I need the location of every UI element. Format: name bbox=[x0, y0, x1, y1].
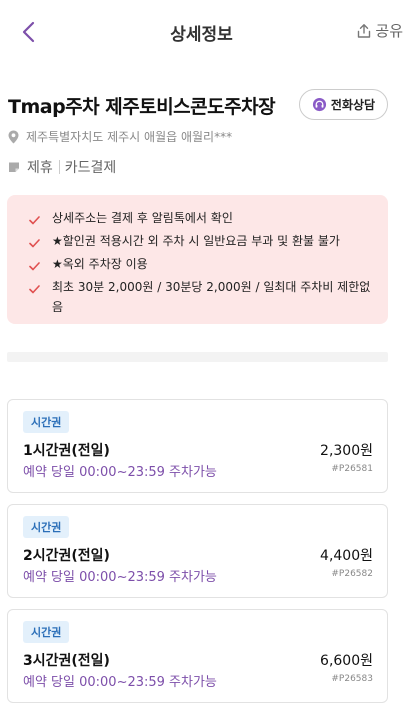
tag-divider bbox=[58, 160, 60, 174]
section-divider bbox=[7, 352, 388, 362]
ticket-card[interactable]: 시간권 1시간권(전일) 예약 당일 00:00~23:59 주차가능 2,30… bbox=[7, 399, 388, 493]
ticket-name: 1시간권(전일) bbox=[23, 443, 110, 459]
share-label: 공유 bbox=[375, 22, 403, 40]
check-icon bbox=[29, 231, 42, 254]
notice-box: 상세주소는 결제 후 알림톡에서 확인 ★할인권 적용시간 외 주차 시 일반요… bbox=[7, 195, 388, 324]
card-icon bbox=[9, 162, 19, 172]
tags-row: 제휴 카드결제 bbox=[8, 157, 116, 177]
ticket-code: #P26581 bbox=[331, 464, 373, 474]
phone-consult-button[interactable]: 전화상담 bbox=[299, 89, 388, 120]
notice-text: ★옥외 주차장 이용 bbox=[52, 257, 148, 271]
address-row: 제주특별자치도 제주시 애월읍 애월리*** bbox=[8, 128, 232, 145]
ticket-name: 3시간권(전일) bbox=[23, 653, 110, 669]
ticket-card[interactable]: 시간권 3시간권(전일) 예약 당일 00:00~23:59 주차가능 6,60… bbox=[7, 609, 388, 703]
ticket-price: 2,300원 bbox=[320, 443, 373, 459]
notice-item: ★할인권 적용시간 외 주차 시 일반요금 부과 및 환불 불가 bbox=[29, 231, 374, 254]
notice-text: ★할인권 적용시간 외 주차 시 일반요금 부과 및 환불 불가 bbox=[52, 234, 340, 248]
check-icon bbox=[29, 277, 42, 300]
ticket-name: 2시간권(전일) bbox=[23, 548, 110, 564]
ticket-code: #P26583 bbox=[331, 674, 373, 684]
notice-item: 상세주소는 결제 후 알림톡에서 확인 bbox=[29, 208, 374, 231]
notice-item: ★옥외 주차장 이용 bbox=[29, 254, 374, 277]
address-text: 제주특별자치도 제주시 애월읍 애월리*** bbox=[26, 130, 233, 144]
ticket-availability: 예약 당일 00:00~23:59 주차가능 bbox=[23, 465, 217, 480]
tag-partner: 제휴 bbox=[27, 160, 53, 176]
tag-card-payment: 카드결제 bbox=[64, 160, 117, 176]
check-icon bbox=[29, 254, 42, 277]
page-title: 상세정보 bbox=[170, 25, 233, 45]
check-icon bbox=[29, 208, 42, 231]
share-button[interactable]: 공유 bbox=[356, 20, 403, 41]
ticket-price: 6,600원 bbox=[320, 653, 373, 669]
notice-text: 상세주소는 결제 후 알림톡에서 확인 bbox=[52, 211, 233, 225]
top-bar: 상세정보 공유 bbox=[0, 0, 403, 62]
location-pin-icon bbox=[8, 130, 19, 143]
ticket-availability: 예약 당일 00:00~23:59 주차가능 bbox=[23, 570, 217, 585]
ticket-card[interactable]: 시간권 2시간권(전일) 예약 당일 00:00~23:59 주차가능 4,40… bbox=[7, 504, 388, 598]
ticket-type-badge: 시간권 bbox=[23, 411, 70, 433]
ticket-type-badge: 시간권 bbox=[23, 621, 70, 643]
parking-lot-title: Tmap주차 제주토비스콘도주차장 bbox=[8, 96, 276, 118]
ticket-code: #P26582 bbox=[331, 569, 373, 579]
headset-icon bbox=[312, 97, 326, 112]
phone-consult-label: 전화상담 bbox=[330, 98, 376, 112]
notice-item: 최초 30분 2,000원 / 30분당 2,000원 / 일최대 주차비 제한… bbox=[29, 277, 374, 317]
ticket-type-badge: 시간권 bbox=[23, 516, 70, 538]
share-icon bbox=[358, 23, 371, 38]
ticket-price: 4,400원 bbox=[320, 548, 373, 564]
ticket-availability: 예약 당일 00:00~23:59 주차가능 bbox=[23, 675, 217, 690]
notice-text: 최초 30분 2,000원 / 30분당 2,000원 / 일최대 주차비 제한… bbox=[52, 280, 371, 314]
